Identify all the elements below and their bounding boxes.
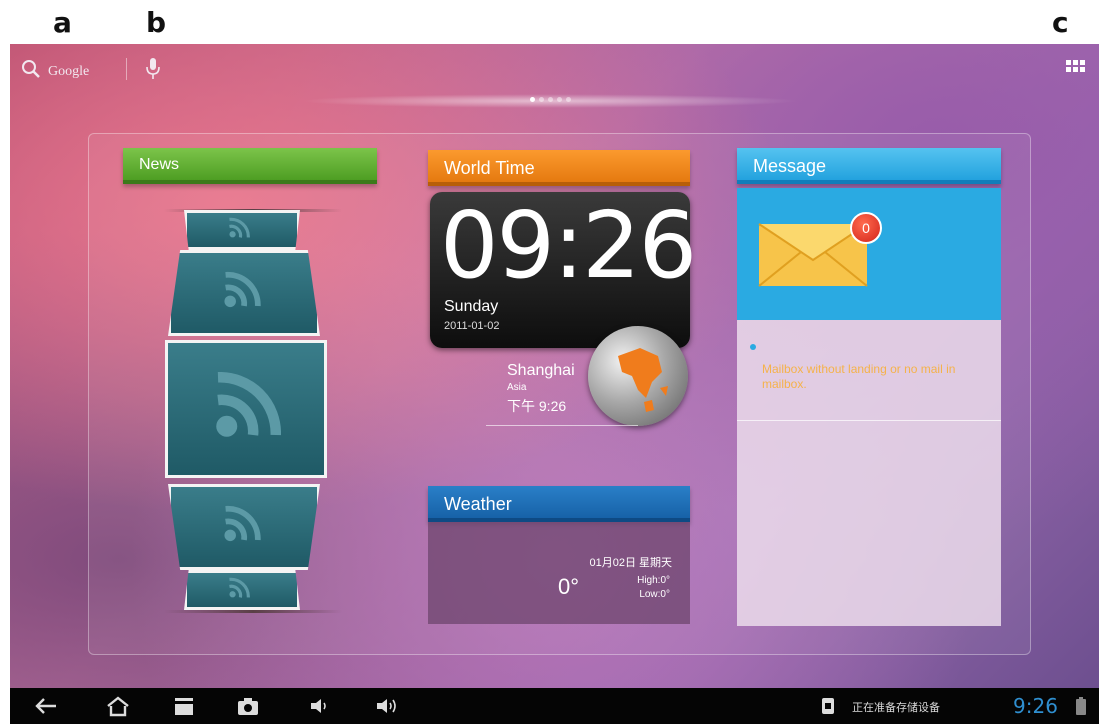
weather-body[interactable]: 01月02日 星期天 0° High:0° Low:0°: [428, 522, 690, 624]
microphone-icon[interactable]: [144, 56, 162, 87]
search-icon: [20, 58, 42, 85]
google-search-button[interactable]: Google: [20, 58, 89, 85]
page-dot: [548, 97, 553, 102]
news-widget-header[interactable]: News: [123, 148, 377, 184]
weather-high: High:0°: [637, 575, 670, 586]
google-search-label: Google: [48, 63, 90, 79]
battery-icon: [1072, 694, 1090, 718]
city-local-time: 下午 9:26: [507, 398, 567, 414]
page-dot: [530, 97, 535, 102]
home-icon[interactable]: [104, 694, 132, 718]
message-mail-area[interactable]: [737, 188, 1001, 320]
weather-widget-header[interactable]: Weather: [428, 486, 690, 522]
status-notification-text[interactable]: 正在准备存储设备: [852, 699, 940, 715]
rss-icon: [211, 371, 282, 447]
rss-icon: [225, 217, 259, 244]
rss-icon: [225, 577, 259, 604]
news-feed-card-featured[interactable]: [165, 340, 327, 478]
message-bullet: [750, 344, 756, 350]
city-info: Shanghai Asia 下午 9:26: [507, 362, 575, 416]
page-dot: [557, 97, 562, 102]
news-feed-card[interactable]: [184, 570, 300, 610]
topbar-divider: [126, 58, 127, 80]
message-separator: [737, 420, 1001, 421]
weather-high-low: High:0° Low:0°: [637, 574, 670, 602]
news-feed-card[interactable]: [168, 250, 320, 336]
news-feed-card[interactable]: [184, 210, 300, 250]
clock-date: 2011-01-02: [444, 320, 500, 332]
digital-clock[interactable]: 09:26 Sunday 2011-01-02: [430, 192, 697, 348]
globe-icon[interactable]: [588, 326, 688, 426]
page-indicator: [530, 97, 571, 102]
weather-temperature: 0°: [558, 574, 580, 599]
city-region: Asia: [507, 382, 527, 393]
city-divider: [486, 425, 638, 426]
app-grid-icon[interactable]: [1066, 60, 1085, 72]
back-icon[interactable]: [32, 694, 60, 718]
page-dot: [566, 97, 571, 102]
system-navigation-bar: 正在准备存储设备 9:26: [10, 688, 1099, 724]
news-rail-bottom: [164, 610, 342, 613]
camera-icon[interactable]: [234, 694, 262, 718]
status-clock[interactable]: 9:26: [1013, 694, 1058, 718]
city-name: Shanghai: [507, 362, 575, 379]
volume-down-icon[interactable]: [306, 694, 334, 718]
clock-time: 09:26: [440, 192, 697, 299]
volume-up-icon[interactable]: [374, 694, 402, 718]
tablet-home-screen: Google News World Time 09:26 Sunday 2011…: [10, 44, 1099, 688]
world-time-widget-header[interactable]: World Time: [428, 150, 690, 186]
message-empty-text: Mailbox without landing or no mail in ma…: [762, 362, 956, 391]
figure: a b c Google News World Time 09:26 Sunda…: [0, 0, 1099, 724]
figure-label-b: b: [146, 6, 167, 39]
clock-day: Sunday: [444, 298, 499, 315]
recent-apps-icon[interactable]: [170, 694, 198, 718]
storage-notification-icon[interactable]: [814, 694, 842, 718]
figure-label-a: a: [53, 6, 72, 39]
news-feed-card[interactable]: [168, 484, 320, 570]
message-widget-header[interactable]: Message: [737, 148, 1001, 184]
rss-icon: [221, 271, 267, 316]
unread-count-badge: 0: [850, 212, 882, 244]
figure-label-c: c: [1052, 6, 1069, 39]
weather-low: Low:0°: [639, 589, 670, 600]
weather-date: 01月02日 星期天: [589, 557, 672, 569]
page-dot: [539, 97, 544, 102]
rss-icon: [221, 505, 267, 550]
